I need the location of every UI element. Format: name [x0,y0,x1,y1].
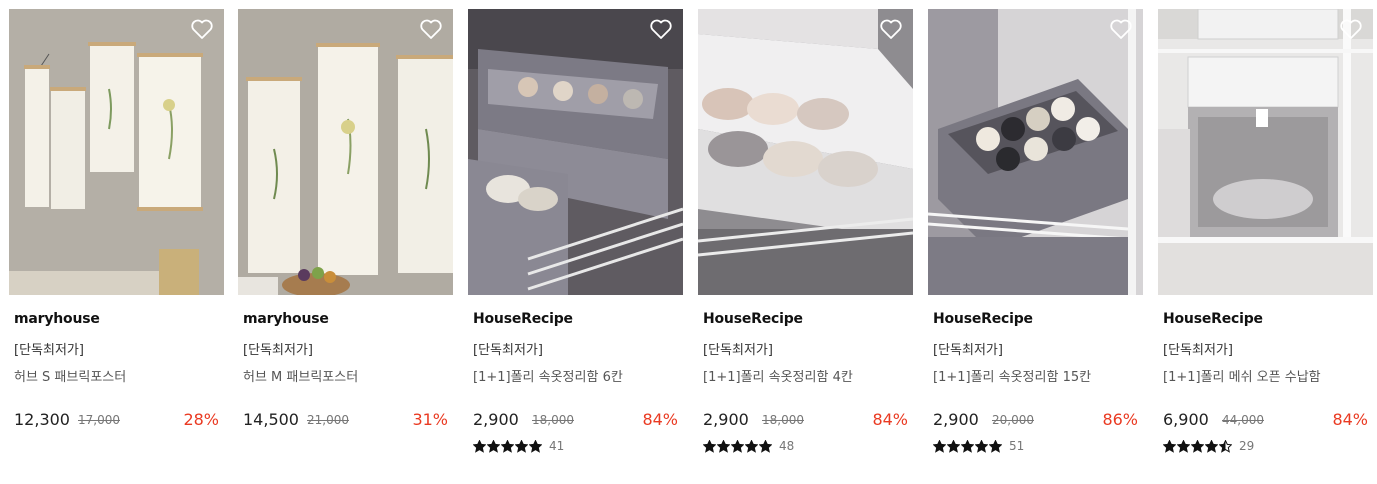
product-photo [238,9,453,295]
discount-rate: 31% [412,410,448,429]
star-icon [975,439,988,453]
promo-tag: [단독최저가] [473,343,543,358]
product-photo [698,9,913,295]
star-icon [717,439,730,453]
review-count: 29 [1239,439,1255,453]
original-price: 21,000 [307,413,349,427]
product-grid: maryhouse [단독최저가] 허브 S 패브릭포스터 12,300 17,… [0,0,1377,484]
promo-tag: [단독최저가] [14,343,84,358]
product-card[interactable]: HouseRecipe [단독최저가] [1+1]폴리 속옷정리함 6칸 2,9… [468,9,683,469]
product-card[interactable]: maryhouse [단독최저가] 허브 M 패브릭포스터 14,500 21,… [238,9,453,469]
star-icon [947,439,960,453]
star-icon [487,439,500,453]
product-image[interactable] [698,9,913,295]
star-icon [933,439,946,453]
star-icon [1163,439,1176,453]
original-price: 18,000 [532,413,574,427]
star-rating [1163,439,1232,453]
product-name[interactable]: [1+1]폴리 속옷정리함 15칸 [933,366,1091,385]
star-icon [703,439,716,453]
star-icon [989,439,1002,453]
heart-outline-icon[interactable] [879,18,903,40]
discount-rate: 84% [872,410,908,429]
rating: 48 [703,439,794,453]
heart-outline-icon[interactable] [190,18,214,40]
brand-name[interactable]: HouseRecipe [473,311,573,327]
product-name[interactable]: [1+1]폴리 속옷정리함 6칸 [473,366,623,385]
product-image[interactable] [928,9,1143,295]
review-count: 48 [779,439,795,453]
star-rating [473,439,542,453]
star-icon [473,439,486,453]
discount-rate: 28% [183,410,219,429]
discount-rate: 84% [1332,410,1368,429]
rating: 41 [473,439,564,453]
review-count: 41 [549,439,565,453]
brand-name[interactable]: HouseRecipe [703,311,803,327]
star-icon [1205,439,1218,453]
product-image[interactable] [238,9,453,295]
product-image[interactable] [9,9,224,295]
product-card[interactable]: maryhouse [단독최저가] 허브 S 패브릭포스터 12,300 17,… [9,9,224,469]
brand-name[interactable]: HouseRecipe [933,311,1033,327]
rating: 51 [933,439,1024,453]
star-icon [731,439,744,453]
product-photo [9,9,224,295]
star-icon [961,439,974,453]
product-card[interactable]: HouseRecipe [단독최저가] [1+1]폴리 속옷정리함 15칸 2,… [928,9,1143,469]
promo-tag: [단독최저가] [703,343,773,358]
product-name[interactable]: 허브 M 패브릭포스터 [243,366,358,385]
product-name[interactable]: [1+1]폴리 속옷정리함 4칸 [703,366,853,385]
heart-outline-icon[interactable] [1339,18,1363,40]
original-price: 44,000 [1222,413,1264,427]
product-photo [468,9,683,295]
original-price: 17,000 [78,413,120,427]
star-icon [515,439,528,453]
brand-name[interactable]: maryhouse [243,311,329,327]
discount-rate: 86% [1102,410,1138,429]
star-rating [703,439,772,453]
sale-price: 6,900 [1163,410,1209,429]
star-icon [745,439,758,453]
heart-outline-icon[interactable] [419,18,443,40]
sale-price: 14,500 [243,410,299,429]
brand-name[interactable]: maryhouse [14,311,100,327]
star-icon [1219,439,1232,453]
discount-rate: 84% [642,410,678,429]
product-card[interactable]: HouseRecipe [단독최저가] [1+1]폴리 메쉬 오픈 수납함 6,… [1158,9,1373,469]
sale-price: 2,900 [473,410,519,429]
product-image[interactable] [1158,9,1373,295]
product-image[interactable] [468,9,683,295]
original-price: 20,000 [992,413,1034,427]
promo-tag: [단독최저가] [1163,343,1233,358]
star-icon [1177,439,1190,453]
sale-price: 12,300 [14,410,70,429]
star-icon [529,439,542,453]
star-icon [1191,439,1204,453]
promo-tag: [단독최저가] [243,343,313,358]
product-card[interactable]: HouseRecipe [단독최저가] [1+1]폴리 속옷정리함 4칸 2,9… [698,9,913,469]
original-price: 18,000 [762,413,804,427]
brand-name[interactable]: HouseRecipe [1163,311,1263,327]
heart-outline-icon[interactable] [649,18,673,40]
review-count: 51 [1009,439,1025,453]
star-icon [501,439,514,453]
sale-price: 2,900 [703,410,749,429]
product-name[interactable]: 허브 S 패브릭포스터 [14,366,126,385]
product-photo [928,9,1143,295]
promo-tag: [단독최저가] [933,343,1003,358]
product-photo [1158,9,1373,295]
rating: 29 [1163,439,1254,453]
star-icon [759,439,772,453]
sale-price: 2,900 [933,410,979,429]
star-rating [933,439,1002,453]
product-name[interactable]: [1+1]폴리 메쉬 오픈 수납함 [1163,366,1321,385]
heart-outline-icon[interactable] [1109,18,1133,40]
